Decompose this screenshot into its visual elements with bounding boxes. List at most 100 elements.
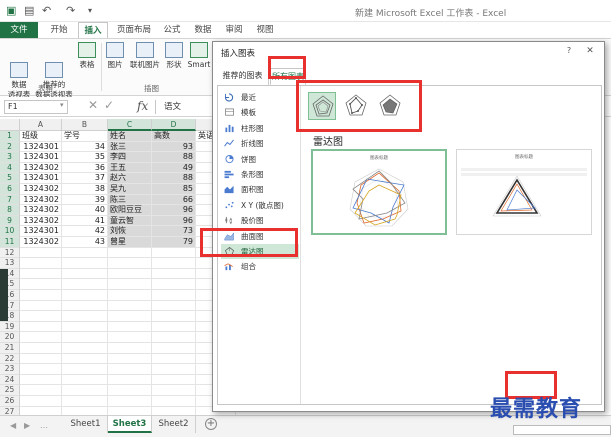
data-cell[interactable]: 93 bbox=[152, 141, 196, 153]
row-header[interactable]: 20 bbox=[0, 332, 20, 343]
empty-cell[interactable] bbox=[62, 247, 108, 259]
tab-view[interactable]: 视图 bbox=[253, 22, 277, 38]
data-cell[interactable]: 66 bbox=[152, 194, 196, 206]
empty-cell[interactable] bbox=[20, 268, 62, 280]
empty-cell[interactable] bbox=[152, 279, 196, 290]
add-sheet-button[interactable]: + bbox=[205, 418, 217, 430]
empty-cell[interactable] bbox=[62, 353, 108, 365]
empty-cell[interactable] bbox=[108, 343, 152, 354]
data-cell[interactable]: 1324302 bbox=[20, 194, 62, 206]
empty-cell[interactable] bbox=[152, 258, 196, 269]
data-cell[interactable]: 1324302 bbox=[20, 237, 62, 248]
empty-cell[interactable] bbox=[62, 321, 108, 333]
empty-cell[interactable] bbox=[152, 321, 196, 333]
data-cell[interactable]: 79 bbox=[152, 237, 196, 248]
chart-type-template[interactable]: 模板 bbox=[221, 105, 299, 120]
empty-cell[interactable] bbox=[152, 300, 196, 312]
empty-cell[interactable] bbox=[20, 279, 62, 290]
customize-toolbar-icon[interactable]: ▾ bbox=[88, 6, 92, 15]
data-cell[interactable]: 96 bbox=[152, 215, 196, 227]
data-cell[interactable]: 1324301 bbox=[20, 173, 62, 184]
data-cell[interactable]: 42 bbox=[62, 226, 108, 237]
empty-cell[interactable] bbox=[62, 279, 108, 290]
empty-cell[interactable] bbox=[108, 311, 152, 322]
tab-review[interactable]: 审阅 bbox=[222, 22, 246, 38]
row-header[interactable]: 24 bbox=[0, 374, 20, 386]
chart-type-line-chart[interactable]: 折线图 bbox=[221, 136, 299, 151]
smartart-button[interactable]: Smart bbox=[186, 42, 212, 70]
data-cell[interactable]: 37 bbox=[62, 173, 108, 184]
empty-cell[interactable] bbox=[20, 290, 62, 301]
empty-cell[interactable] bbox=[62, 332, 108, 343]
column-header[interactable]: C bbox=[108, 119, 152, 131]
empty-cell[interactable] bbox=[152, 353, 196, 365]
table-button[interactable]: 表格 bbox=[76, 42, 98, 70]
empty-cell[interactable] bbox=[152, 406, 196, 415]
empty-cell[interactable] bbox=[108, 385, 152, 396]
data-cell[interactable]: 李四 bbox=[108, 152, 152, 163]
empty-cell[interactable] bbox=[152, 385, 196, 396]
chart-type-area-chart[interactable]: 面积图 bbox=[221, 182, 299, 197]
tab-recommended-charts[interactable]: 推荐的图表 bbox=[217, 68, 269, 85]
empty-cell[interactable] bbox=[62, 385, 108, 396]
next-sheet-icon[interactable]: ▶ bbox=[24, 421, 30, 430]
empty-cell[interactable] bbox=[20, 353, 62, 365]
empty-cell[interactable] bbox=[62, 396, 108, 407]
select-all-corner[interactable] bbox=[0, 119, 20, 131]
empty-cell[interactable] bbox=[108, 406, 152, 415]
data-cell[interactable]: 1324301 bbox=[20, 226, 62, 237]
chart-type-combo-chart[interactable]: 组合 bbox=[221, 259, 299, 274]
empty-cell[interactable] bbox=[20, 300, 62, 312]
horizontal-scrollbar[interactable] bbox=[513, 425, 611, 435]
empty-cell[interactable] bbox=[152, 374, 196, 386]
row-header[interactable]: 25 bbox=[0, 385, 20, 396]
row-header[interactable]: 22 bbox=[0, 353, 20, 365]
chart-preview-1[interactable]: 图表标题 bbox=[311, 149, 447, 235]
empty-cell[interactable] bbox=[20, 258, 62, 269]
row-header[interactable]: 2 bbox=[0, 141, 20, 153]
row-header[interactable]: 3 bbox=[0, 152, 20, 163]
chart-type-bar-chart[interactable]: 条形图 bbox=[221, 167, 299, 182]
row-header[interactable]: 10 bbox=[0, 226, 20, 237]
empty-cell[interactable] bbox=[20, 343, 62, 354]
empty-cell[interactable] bbox=[62, 268, 108, 280]
tab-data[interactable]: 数据 bbox=[191, 22, 215, 38]
data-cell[interactable]: 34 bbox=[62, 141, 108, 153]
column-header[interactable]: B bbox=[62, 119, 108, 131]
empty-cell[interactable] bbox=[152, 343, 196, 354]
empty-cell[interactable] bbox=[108, 353, 152, 365]
empty-cell[interactable] bbox=[20, 332, 62, 343]
empty-cell[interactable] bbox=[152, 290, 196, 301]
data-cell[interactable]: 吴九 bbox=[108, 184, 152, 195]
empty-cell[interactable] bbox=[108, 300, 152, 312]
empty-cell[interactable] bbox=[108, 268, 152, 280]
function-icon[interactable]: fx bbox=[137, 99, 148, 113]
row-header[interactable]: 4 bbox=[0, 162, 20, 174]
sheet-tab-sheet3[interactable]: Sheet3 bbox=[108, 416, 152, 433]
empty-cell[interactable] bbox=[20, 311, 62, 322]
data-cell[interactable]: 1324301 bbox=[20, 152, 62, 163]
empty-cell[interactable] bbox=[20, 364, 62, 375]
data-cell[interactable]: 96 bbox=[152, 205, 196, 216]
chart-preview-2[interactable]: 图表标题 bbox=[456, 149, 592, 235]
empty-cell[interactable] bbox=[108, 247, 152, 259]
column-header[interactable]: D bbox=[152, 119, 196, 131]
row-header[interactable]: 13 bbox=[0, 258, 20, 269]
row-header[interactable]: 1 bbox=[0, 131, 20, 142]
empty-cell[interactable] bbox=[20, 374, 62, 386]
more-sheets-icon[interactable]: … bbox=[40, 421, 48, 430]
row-header[interactable]: 21 bbox=[0, 343, 20, 354]
empty-cell[interactable] bbox=[152, 311, 196, 322]
data-cell[interactable]: 40 bbox=[62, 205, 108, 216]
shapes-button[interactable]: 形状 bbox=[164, 42, 184, 70]
header-cell[interactable]: 姓名 bbox=[108, 131, 152, 142]
row-header[interactable]: 9 bbox=[0, 215, 20, 227]
tab-file[interactable]: 文件 bbox=[0, 22, 38, 38]
row-header[interactable]: 19 bbox=[0, 321, 20, 333]
empty-cell[interactable] bbox=[20, 321, 62, 333]
row-header[interactable]: 5 bbox=[0, 173, 20, 184]
empty-cell[interactable] bbox=[152, 364, 196, 375]
tab-page-layout[interactable]: 页面布局 bbox=[113, 22, 155, 38]
name-box-dropdown-icon[interactable]: ▾ bbox=[60, 101, 64, 109]
sheet-tab-sheet2[interactable]: Sheet2 bbox=[152, 416, 196, 433]
